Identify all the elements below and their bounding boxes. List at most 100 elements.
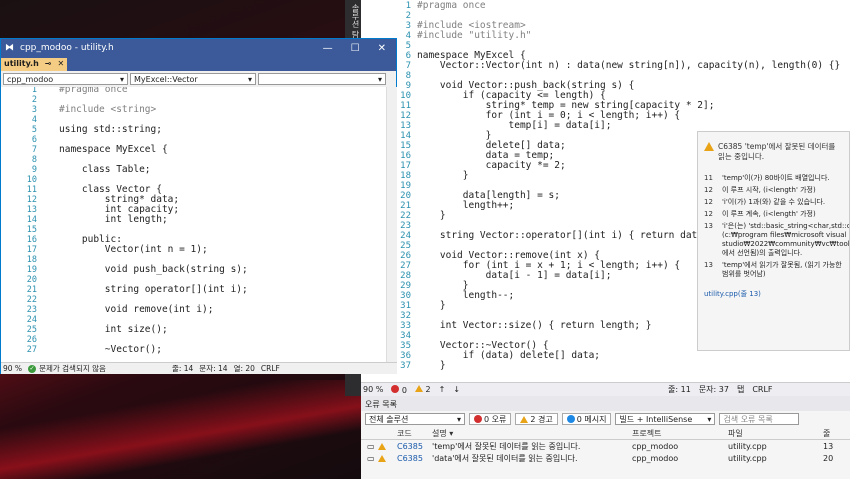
close-icon[interactable]: ✕ bbox=[378, 43, 386, 54]
header-code-editor[interactable]: 1 #pragma once 2 3 #include <string> 4 5 using … bbox=[1, 87, 386, 363]
code-text: } bbox=[417, 170, 469, 181]
error-search-input[interactable]: 검색 오류 목록 bbox=[719, 413, 800, 425]
line-number: 19 bbox=[26, 265, 37, 275]
code-text: void push_back(string s); bbox=[59, 264, 248, 275]
zoom-level[interactable]: 90 % bbox=[3, 364, 22, 373]
step-line-number: 13 bbox=[704, 261, 713, 269]
line-number: 2 bbox=[31, 95, 37, 105]
vertical-scrollbar[interactable] bbox=[386, 87, 397, 363]
warning-icon bbox=[704, 142, 714, 151]
error-code[interactable]: C6385 bbox=[397, 442, 432, 451]
step-text: 이 루프 계속, (i<length' 가정) bbox=[722, 210, 816, 218]
eol-indicator: CRLF bbox=[752, 385, 773, 394]
line-number: 4 bbox=[31, 115, 37, 125]
error-row[interactable]: ▭ C6385'temp'에서 잘못된 데이터를 읽는 중입니다. cpp_modo… bbox=[361, 440, 850, 452]
nav-up-icon[interactable]: ↑ bbox=[439, 385, 446, 394]
maximize-icon[interactable]: ☐ bbox=[351, 43, 360, 54]
step-line-number: 12 bbox=[704, 210, 713, 218]
col-file[interactable]: 파일 bbox=[728, 428, 823, 439]
main-editor-status-bar: 90 % 0 2 ↑ ↓ 줄: 11 문자: 37 탭 CRLF bbox=[361, 382, 850, 396]
error-line: 13 bbox=[823, 441, 834, 451]
line-number: 23 bbox=[26, 305, 37, 315]
code-text: void remove(int i); bbox=[59, 304, 214, 315]
step-text: 'i'이(가) 1과(와) 같을 수 있습니다. bbox=[722, 198, 826, 206]
header-editor-status-bar: 90 % ✓ 문제가 검색되지 않음 줄: 14 문자: 14 열: 20 CRL… bbox=[1, 362, 397, 374]
minimize-icon[interactable]: — bbox=[323, 43, 333, 54]
col-indicator: 문자: 37 bbox=[698, 385, 729, 394]
step-text: 'temp'이(가) 80바이트 배열입니다. bbox=[722, 174, 830, 182]
col-project[interactable]: 프로젝트 bbox=[632, 428, 728, 439]
window-title: cpp_modoo - utility.h bbox=[20, 43, 114, 53]
code-text: namespace MyExcel { bbox=[59, 144, 168, 155]
project-dropdown[interactable]: cpp_modoo ▾ bbox=[3, 73, 128, 85]
code-text: int length; bbox=[59, 214, 168, 225]
error-icon bbox=[391, 384, 400, 393]
issues-indicator[interactable]: ✓ 문제가 검색되지 않음 bbox=[28, 363, 106, 374]
step-text: 이 루프 시작, (i<length' 가정) bbox=[722, 186, 816, 194]
code-text: } bbox=[417, 360, 446, 371]
step-line-number: 13 bbox=[704, 222, 713, 230]
line-number: 26 bbox=[26, 335, 37, 345]
chevron-down-icon: ▾ bbox=[456, 415, 461, 424]
code-text: Vector(int n = 1); bbox=[59, 244, 208, 255]
tooltip-step: 12 이 루프 계속, (i<length' 가정) bbox=[704, 210, 843, 219]
messages-filter-button[interactable]: 0 메시지 bbox=[561, 413, 612, 425]
code-text: string Vector::operator[](int i) { retur… bbox=[417, 230, 738, 241]
warning-count[interactable]: 2 bbox=[414, 385, 431, 394]
line-number: 11 bbox=[26, 185, 37, 195]
col-code[interactable]: 코드 bbox=[397, 428, 432, 439]
line-number: 8 bbox=[31, 155, 37, 165]
vs-logo-icon: ⧓ bbox=[5, 43, 14, 53]
tooltip-step: 13 'i'은(는) 'std::basic_string<char,std::c… bbox=[704, 222, 849, 258]
line-number: 7 bbox=[31, 145, 37, 155]
code-text: #include <string> bbox=[59, 104, 157, 115]
code-text: int size(); bbox=[59, 324, 168, 335]
code-text: } bbox=[417, 210, 446, 221]
code-text: ~Vector(); bbox=[59, 344, 162, 355]
col-line[interactable]: 줄 bbox=[823, 428, 843, 439]
line-number: 25 bbox=[26, 325, 37, 335]
scope-dropdown[interactable]: 전체 솔루션 ▾ bbox=[365, 413, 465, 425]
code-text: #pragma once bbox=[59, 87, 128, 95]
error-list-title: 오류 목록 bbox=[361, 396, 850, 411]
error-code[interactable]: C6385 bbox=[397, 454, 432, 463]
line-number: 13 bbox=[26, 205, 37, 215]
error-count[interactable]: 0 bbox=[391, 384, 407, 395]
line-number: 27 bbox=[26, 345, 37, 355]
tab-utility-h[interactable]: utility.h ⊸ ✕ bbox=[1, 58, 68, 71]
col-description[interactable]: 설명 ▾ bbox=[432, 428, 632, 439]
member-dropdown[interactable]: ▾ bbox=[258, 73, 386, 85]
line-number: 6 bbox=[31, 135, 37, 145]
warning-icon bbox=[377, 454, 386, 462]
doc-icon: ▭ bbox=[367, 441, 375, 451]
nav-down-icon[interactable]: ↓ bbox=[453, 385, 460, 394]
build-filter-dropdown[interactable]: 빌드 + IntelliSense ▾ bbox=[615, 413, 716, 425]
error-project: cpp_modoo bbox=[632, 453, 679, 463]
code-text: Vector::Vector(int n) : data(new string[… bbox=[417, 60, 841, 71]
tooltip-header: C6385 'temp'에서 잘못된 데이터를 읽는 중입니다. bbox=[718, 142, 836, 161]
pin-icon[interactable]: ⊸ bbox=[45, 59, 52, 70]
scope-dropdown[interactable]: MyExcel::Vector ▾ bbox=[130, 73, 256, 85]
error-row[interactable]: ▭ C6385'data'에서 잘못된 데이터를 읽는 중입니다. cpp_modo… bbox=[361, 452, 850, 464]
chevron-down-icon: ▾ bbox=[119, 75, 124, 84]
error-icon bbox=[474, 415, 482, 423]
line-number: 22 bbox=[26, 295, 37, 305]
tooltip-source-link[interactable]: utility.cpp(줄 13) bbox=[704, 289, 843, 299]
line-number: 1 bbox=[31, 87, 37, 95]
error-file: utility.cpp bbox=[728, 441, 767, 451]
zoom-level[interactable]: 90 % bbox=[363, 385, 383, 394]
warning-icon bbox=[414, 385, 423, 392]
line-number: 18 bbox=[26, 255, 37, 265]
close-tab-icon[interactable]: ✕ bbox=[58, 59, 65, 70]
step-text: 'i'은(는) 'std::basic_string<char,std::cha… bbox=[722, 222, 850, 257]
row-icons: ▭ bbox=[361, 454, 397, 463]
line-indicator: 줄: 14 bbox=[171, 364, 194, 373]
errors-filter-button[interactable]: 0 오류 bbox=[469, 413, 512, 425]
step-line-number: 12 bbox=[704, 186, 713, 194]
warnings-filter-button[interactable]: 2 경고 bbox=[515, 413, 558, 425]
warning-icon bbox=[377, 442, 386, 450]
line-number: 10 bbox=[26, 175, 37, 185]
tooltip-step: 11 'temp'이(가) 80바이트 배열입니다. bbox=[704, 174, 843, 183]
code-text: #pragma once bbox=[417, 0, 486, 11]
step-line-number: 11 bbox=[704, 174, 713, 182]
